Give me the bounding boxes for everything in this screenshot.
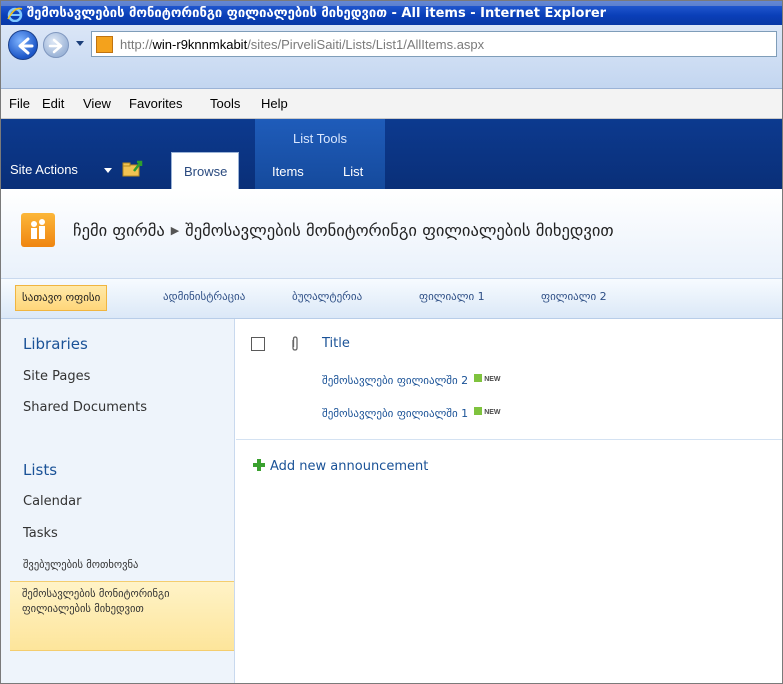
- lists-heading[interactable]: Lists: [23, 461, 57, 479]
- new-badge-icon: NEW: [474, 407, 500, 416]
- top-navigation: სათავო ოფისი ადმინისტრაცია ბუღალტერია ფი…: [1, 279, 782, 319]
- list-view: Title შემოსავლები ფილიალში 2 NEW შემოსავლ…: [236, 319, 782, 683]
- sidebar-item-leave-requests[interactable]: შვებულების მოთხოვნა: [23, 559, 138, 571]
- title-bar: შემოსავლების მონიტორინგი ფილიალების მიხე…: [1, 1, 782, 25]
- sidebar-item-shared-documents[interactable]: Shared Documents: [23, 400, 147, 415]
- breadcrumb: ჩემი ფირმა ▶ შემოსავლების მონიტორინგი ფილი…: [73, 221, 614, 240]
- libraries-heading[interactable]: Libraries: [23, 335, 88, 353]
- sharepoint-favicon-icon: [96, 36, 113, 53]
- divider: [236, 439, 782, 440]
- topnav-item-branch-2[interactable]: ფილიალი 2: [541, 290, 607, 303]
- navigate-up-icon[interactable]: [122, 159, 144, 177]
- tab-browse[interactable]: Browse: [171, 152, 239, 189]
- list-item-title[interactable]: შემოსავლები ფილიალში 2: [322, 374, 468, 387]
- menu-tools[interactable]: Tools: [210, 96, 240, 111]
- sidebar-item-tasks[interactable]: Tasks: [23, 526, 58, 541]
- topnav-item-accounting[interactable]: ბუღალტერია: [292, 290, 362, 303]
- menu-favorites[interactable]: Favorites: [129, 96, 182, 111]
- back-button[interactable]: [8, 30, 38, 60]
- site-actions-caret-icon[interactable]: [104, 168, 112, 173]
- list-item[interactable]: შემოსავლები ფილიალში 1 NEW: [322, 407, 501, 420]
- select-all-checkbox[interactable]: [251, 337, 265, 351]
- ribbon: List Tools Site Actions Browse Items Lis…: [1, 119, 782, 189]
- breadcrumb-site[interactable]: ჩემი ფირმა: [73, 221, 165, 240]
- internet-explorer-icon: [7, 7, 23, 22]
- list-item-title[interactable]: შემოსავლები ფილიალში 1: [322, 407, 468, 420]
- breadcrumb-page: შემოსავლების მონიტორინგი ფილიალების მიხე…: [185, 221, 614, 240]
- history-dropdown-icon[interactable]: [75, 40, 85, 48]
- add-new-announcement-link[interactable]: Add new announcement: [252, 456, 428, 474]
- sidebar-item-calendar[interactable]: Calendar: [23, 494, 81, 509]
- add-plus-icon: [253, 459, 265, 471]
- menu-file[interactable]: File: [9, 96, 30, 111]
- list-item[interactable]: შემოსავლები ფილიალში 2 NEW: [322, 374, 501, 387]
- address-toolbar: http://win-r9knnmkabit/sites/PirveliSait…: [1, 25, 782, 89]
- page-title-area: ჩემი ფირმა ▶ შემოსავლების მონიტორინგი ფილი…: [1, 189, 782, 279]
- back-arrow-icon: [18, 37, 34, 55]
- forward-arrow-icon: [48, 38, 63, 54]
- add-new-announcement-label: Add new announcement: [270, 459, 429, 474]
- sidebar-item-site-pages[interactable]: Site Pages: [23, 369, 90, 384]
- browser-window: შემოსავლების მონიტორინგი ფილიალების მიხე…: [0, 0, 783, 684]
- window-title: შემოსავლების მონიტორინგი ფილიალების მიხე…: [27, 6, 607, 21]
- url-text: http://win-r9knnmkabit/sites/PirveliSait…: [120, 37, 485, 52]
- menu-help[interactable]: Help: [261, 96, 288, 111]
- menu-bar: File Edit View Favorites Tools Help: [1, 89, 782, 119]
- site-actions-menu[interactable]: Site Actions: [10, 162, 78, 177]
- tab-items[interactable]: Items: [272, 164, 304, 179]
- sidebar-item-revenue-monitoring[interactable]: შემოსავლების მონიტორინგი ფილიალების მიხე…: [10, 581, 234, 651]
- menu-edit[interactable]: Edit: [42, 96, 64, 111]
- site-logo-icon[interactable]: [21, 213, 55, 247]
- topnav-item-branch-1[interactable]: ფილიალი 1: [419, 290, 485, 303]
- address-bar[interactable]: http://win-r9knnmkabit/sites/PirveliSait…: [91, 31, 777, 57]
- tab-browse-label: Browse: [184, 164, 228, 179]
- menu-view[interactable]: View: [83, 96, 111, 111]
- tab-list[interactable]: List: [343, 164, 363, 179]
- list-tools-label: List Tools: [293, 131, 347, 146]
- breadcrumb-separator-icon: ▶: [170, 224, 180, 237]
- column-header-title[interactable]: Title: [322, 336, 350, 351]
- sidebar-item-revenue-monitoring-label: შემოსავლების მონიტორინგი ფილიალების მიხე…: [22, 588, 170, 615]
- quick-launch: Libraries Site Pages Shared Documents Li…: [1, 319, 235, 683]
- topnav-item-head-office[interactable]: სათავო ოფისი: [15, 285, 108, 311]
- new-badge-icon: NEW: [474, 374, 500, 383]
- attachment-icon: [292, 336, 298, 351]
- topnav-item-administration[interactable]: ადმინისტრაცია: [163, 290, 245, 303]
- forward-button[interactable]: [43, 32, 69, 58]
